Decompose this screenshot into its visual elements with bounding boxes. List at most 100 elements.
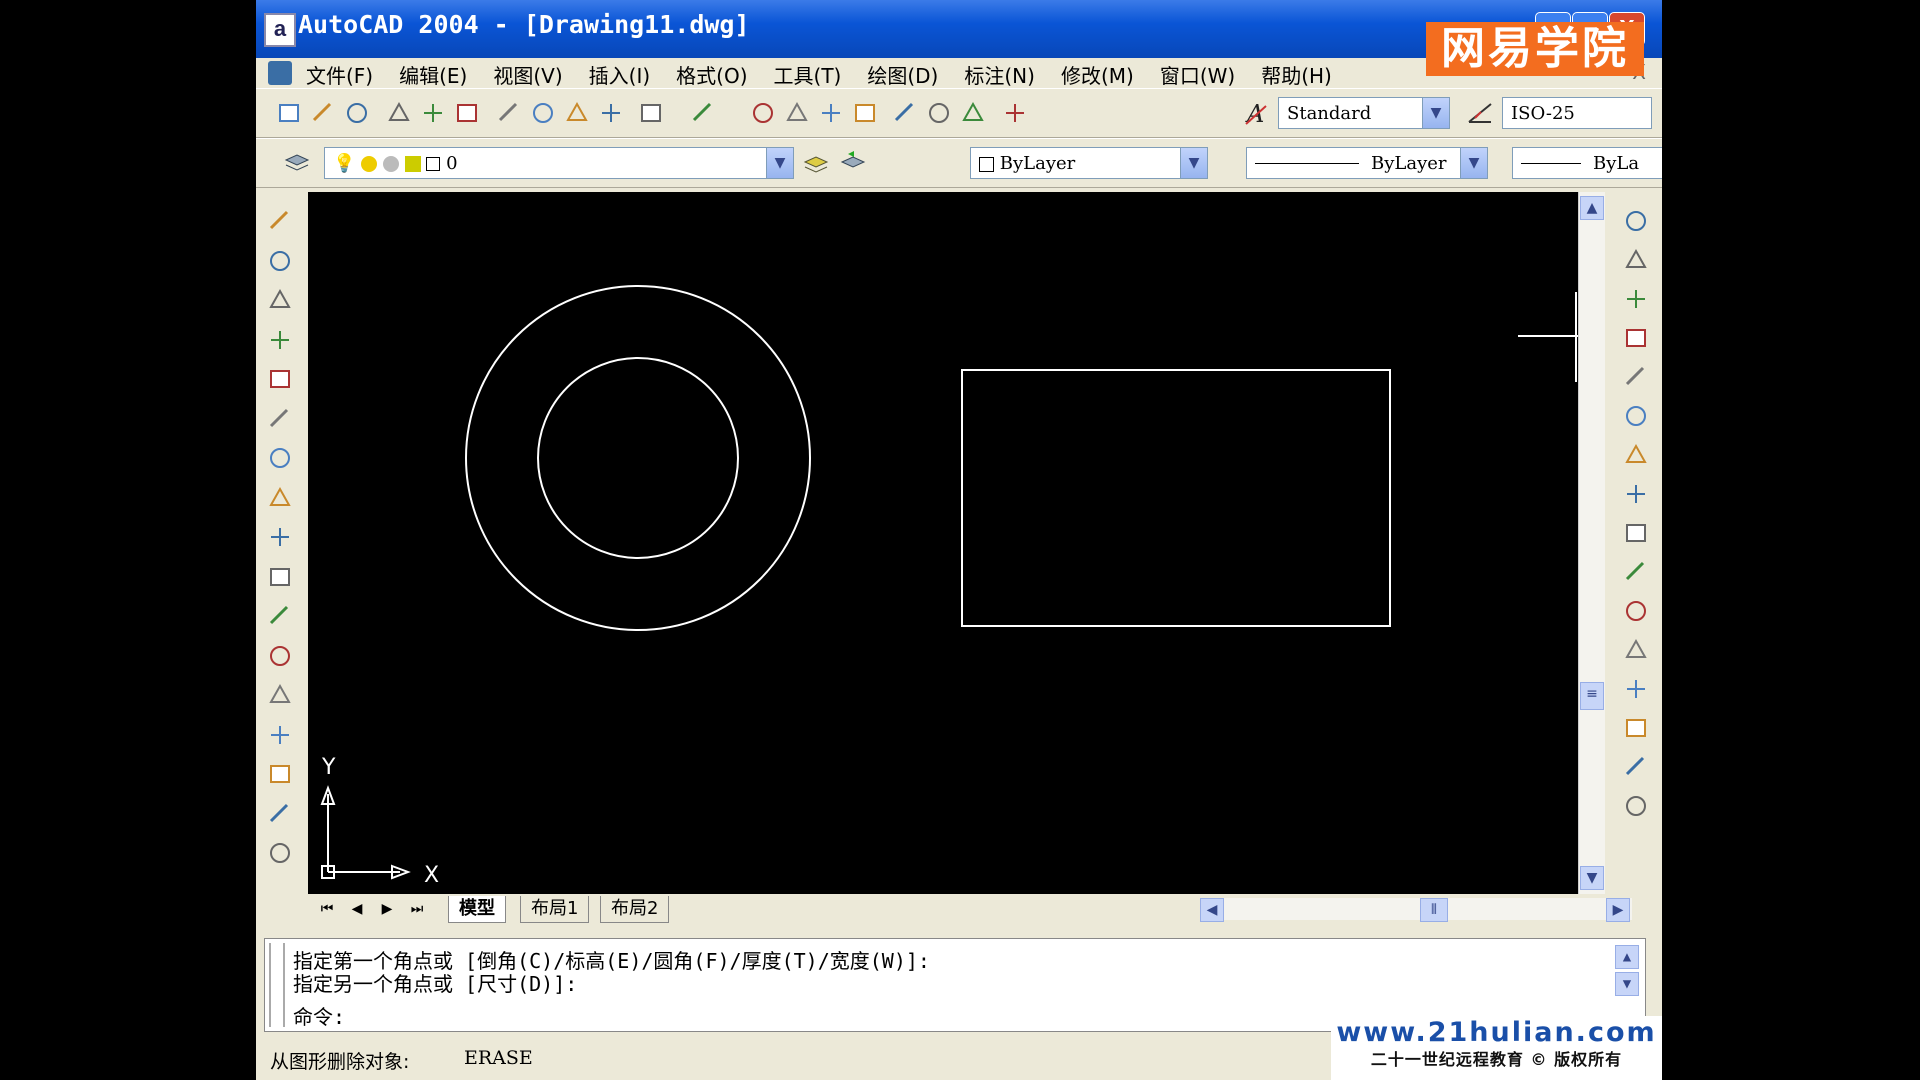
cut-icon[interactable] (494, 98, 524, 128)
scale-icon[interactable] (1621, 479, 1651, 509)
line-icon[interactable] (265, 206, 295, 236)
offset-icon[interactable] (1621, 323, 1651, 353)
tool-palettes-icon[interactable] (958, 98, 988, 128)
trim-icon[interactable] (1621, 557, 1651, 587)
menu-item-6[interactable]: 绘图(D) (867, 60, 938, 89)
menu-item-1[interactable]: 编辑(E) (399, 60, 467, 89)
menu-item-0[interactable]: 文件(F) (306, 60, 373, 89)
scroll-down-button[interactable]: ▼ (1580, 866, 1604, 890)
layer-select[interactable]: 💡 0 ▼ (324, 147, 794, 179)
text-style-select[interactable]: Standard ▼ (1278, 97, 1450, 129)
last-tab-button[interactable]: ⏭ (406, 898, 428, 920)
properties-icon[interactable] (890, 98, 920, 128)
multiline-text-icon[interactable] (265, 838, 295, 868)
point-icon[interactable] (265, 720, 295, 750)
new-icon[interactable] (274, 98, 304, 128)
scroll-left-button[interactable]: ◀ (1200, 898, 1224, 922)
menu-item-10[interactable]: 帮助(H) (1261, 60, 1332, 89)
publish-icon[interactable] (452, 98, 482, 128)
region-icon[interactable] (265, 799, 295, 829)
help-icon[interactable] (1000, 98, 1030, 128)
ellipse-icon[interactable] (265, 562, 295, 592)
polyline-icon[interactable] (265, 285, 295, 315)
vertical-scrollbar[interactable]: ▲ ≡ ▼ (1578, 192, 1605, 894)
text-style-icon[interactable]: A (1242, 98, 1272, 128)
pan-icon[interactable] (748, 98, 778, 128)
menu-item-2[interactable]: 视图(V) (493, 60, 562, 89)
lineweight-control-select[interactable]: ByLa (1512, 147, 1662, 179)
scroll-up-button[interactable]: ▲ (1580, 196, 1604, 220)
open-icon[interactable] (308, 98, 338, 128)
spline-icon[interactable] (265, 522, 295, 552)
fillet-icon[interactable] (1621, 752, 1651, 782)
command-prompt[interactable]: 命令: (293, 1001, 345, 1030)
drawing-area[interactable]: Y X (308, 192, 1588, 894)
zoom-window-icon[interactable] (816, 98, 846, 128)
make-object-layer-current-icon[interactable] (801, 148, 831, 178)
explode-icon[interactable] (1621, 791, 1651, 821)
dimension-style-select[interactable]: ISO-25 (1502, 97, 1652, 129)
layer-previous-icon[interactable] (838, 148, 868, 178)
tab-layout2[interactable]: 布局2 (600, 896, 670, 923)
print-icon[interactable] (384, 98, 414, 128)
break-icon[interactable] (1621, 635, 1651, 665)
horizontal-scroll-thumb[interactable]: ⦀ (1420, 898, 1448, 922)
array-icon[interactable] (1621, 362, 1651, 392)
zoom-realtime-icon[interactable] (782, 98, 812, 128)
join-icon[interactable] (1621, 674, 1651, 704)
paste-icon[interactable] (562, 98, 592, 128)
command-scroll-up-button[interactable]: ▲ (1615, 945, 1639, 969)
horizontal-scrollbar[interactable]: ◀ ⦀ ▶ (1200, 898, 1632, 922)
document-icon[interactable] (268, 61, 292, 85)
construction-line-icon[interactable] (265, 246, 295, 276)
polygon-icon[interactable] (265, 325, 295, 355)
scroll-thumb[interactable]: ≡ (1580, 682, 1604, 710)
copy-icon[interactable] (528, 98, 558, 128)
chevron-down-icon[interactable]: ▼ (766, 148, 793, 178)
redo-icon[interactable] (688, 98, 718, 128)
menu-item-9[interactable]: 窗口(W) (1160, 60, 1235, 89)
chamfer-icon[interactable] (1621, 713, 1651, 743)
tab-layout1[interactable]: 布局1 (520, 896, 590, 923)
dimension-style-icon[interactable] (1465, 98, 1495, 128)
erase-icon[interactable] (1621, 206, 1651, 236)
autocad-app-icon[interactable]: a (264, 13, 296, 47)
command-scroll-down-button[interactable]: ▼ (1615, 972, 1639, 996)
tab-model[interactable]: 模型 (448, 896, 506, 923)
mirror-icon[interactable] (1621, 284, 1651, 314)
rectangle-entity[interactable] (961, 369, 1391, 627)
next-tab-button[interactable]: ▶ (376, 898, 398, 920)
arc-icon[interactable] (265, 404, 295, 434)
circle-icon[interactable] (265, 443, 295, 473)
hatch-icon[interactable] (265, 759, 295, 789)
save-icon[interactable] (342, 98, 372, 128)
stretch-icon[interactable] (1621, 518, 1651, 548)
menu-item-8[interactable]: 修改(M) (1061, 60, 1134, 89)
chevron-down-icon[interactable]: ▼ (1460, 148, 1487, 178)
color-control-select[interactable]: ByLayer ▼ (970, 147, 1208, 179)
preview-icon[interactable] (418, 98, 448, 128)
command-window-grip[interactable] (269, 943, 285, 1027)
layer-manager-icon[interactable] (282, 148, 312, 178)
ellipse-arc-icon[interactable] (265, 601, 295, 631)
chevron-down-icon[interactable]: ▼ (1180, 148, 1207, 178)
zoom-previous-icon[interactable] (850, 98, 880, 128)
copy-object-icon[interactable] (1621, 245, 1651, 275)
insert-block-icon[interactable] (265, 641, 295, 671)
outer-circle-entity[interactable] (465, 285, 811, 631)
menu-item-4[interactable]: 格式(O) (676, 60, 747, 89)
matchprop-icon[interactable] (596, 98, 626, 128)
rotate-icon[interactable] (1621, 440, 1651, 470)
design-center-icon[interactable] (924, 98, 954, 128)
menu-item-7[interactable]: 标注(N) (964, 60, 1035, 89)
inner-circle-entity[interactable] (537, 357, 739, 559)
undo-icon[interactable] (636, 98, 666, 128)
previous-tab-button[interactable]: ◀ (346, 898, 368, 920)
menu-item-5[interactable]: 工具(T) (774, 60, 842, 89)
first-tab-button[interactable]: ⏮ (316, 898, 338, 920)
linetype-control-select[interactable]: ByLayer ▼ (1246, 147, 1488, 179)
move-icon[interactable] (1621, 401, 1651, 431)
revision-cloud-icon[interactable] (265, 483, 295, 513)
make-block-icon[interactable] (265, 680, 295, 710)
scroll-right-button[interactable]: ▶ (1606, 898, 1630, 922)
